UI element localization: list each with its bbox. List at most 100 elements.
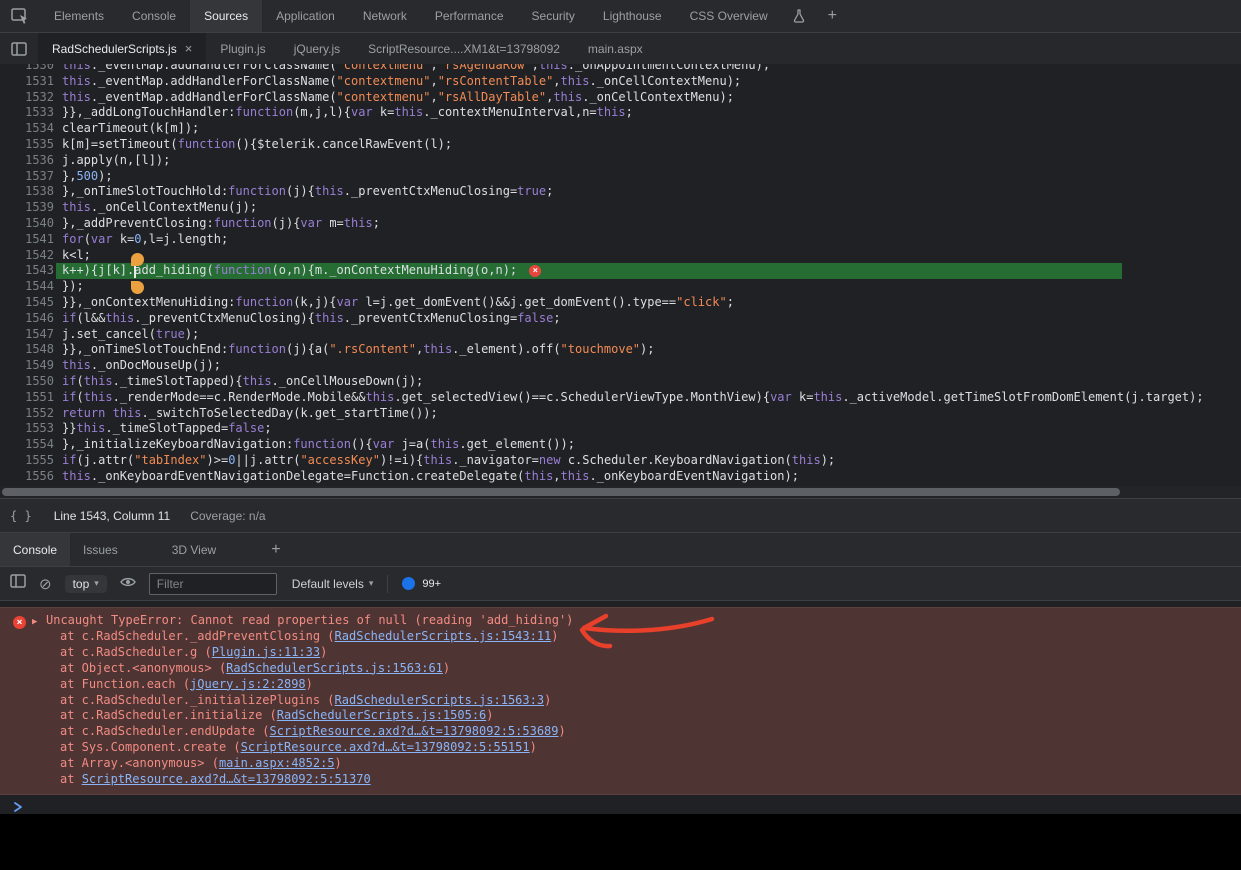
close-icon[interactable]: × [185,42,193,55]
line-number[interactable]: 1544 [0,279,54,295]
line-number[interactable]: 1539 [0,200,54,216]
source-link[interactable]: jQuery.js:2:2898 [190,677,306,691]
main-tab[interactable]: Network [349,0,421,32]
code-text[interactable]: },_onTimeSlotTouchHold:function(j){this.… [54,184,553,198]
add-drawer-tab-button[interactable]: + [259,541,292,559]
selection-handle[interactable] [131,253,144,266]
code-text[interactable]: },_initializeKeyboardNavigation:function… [54,437,575,451]
code-text[interactable]: if(l&&this._preventCtxMenuClosing){this.… [54,311,561,325]
log-levels-dropdown[interactable]: Default levels ▾ [292,577,374,591]
code-text[interactable]: }},_onContextMenuHiding:function(k,j){va… [54,295,734,309]
drawer-tab[interactable]: 3D View [159,533,229,566]
live-expression-eye-icon[interactable] [120,575,136,593]
code-text[interactable]: k[m]=setTimeout(function(){$telerik.canc… [54,137,452,151]
main-tab[interactable]: Application [262,0,349,32]
line-number[interactable]: 1537 [0,169,54,185]
source-link[interactable]: Plugin.js:11:33 [212,645,320,659]
line-number[interactable]: 1531 [0,74,54,90]
line-number[interactable]: 1546 [0,311,54,327]
line-number[interactable]: 1534 [0,121,54,137]
main-tab[interactable]: Console [118,0,190,32]
code-text[interactable]: },_addPreventClosing:function(j){var m=t… [54,216,380,230]
line-number[interactable]: 1538 [0,184,54,200]
source-link[interactable]: RadSchedulerScripts.js:1543:11 [335,629,552,643]
code-text[interactable]: return this._switchToSelectedDay(k.get_s… [54,406,438,420]
context-selector[interactable]: top ▾ [65,575,107,593]
line-number[interactable]: 1536 [0,153,54,169]
code-text[interactable]: this._onDocMouseUp(j); [54,358,221,372]
line-number[interactable]: 1553 [0,421,54,437]
console-sidebar-icon[interactable] [10,574,26,593]
main-tab[interactable]: Performance [421,0,518,32]
code-text[interactable]: },500); [54,169,113,183]
code-text[interactable]: if(j.attr("tabIndex")>=0||j.attr("access… [54,453,835,467]
line-number[interactable]: 1541 [0,232,54,248]
code-text[interactable]: for(var k=0,l=j.length; [54,232,228,246]
line-number[interactable]: 1556 [0,469,54,485]
line-number[interactable]: 1547 [0,327,54,343]
code-text[interactable]: j.apply(n,[l]); [54,153,170,167]
main-tab[interactable]: Elements [40,0,118,32]
console-filter-input[interactable] [149,573,277,595]
main-tab[interactable]: CSS Overview [676,0,782,32]
source-link[interactable]: RadSchedulerScripts.js:1563:3 [335,693,545,707]
main-tab[interactable]: Security [518,0,589,32]
line-number[interactable]: 1555 [0,453,54,469]
file-tab[interactable]: main.aspx [574,33,657,64]
source-link[interactable]: RadSchedulerScripts.js:1563:61 [226,661,443,675]
code-text[interactable]: if(this._renderMode==c.RenderMode.Mobile… [54,390,1204,404]
scrollbar-thumb[interactable] [2,488,1120,496]
expand-triangle-icon[interactable]: ▶ [32,615,37,631]
source-link[interactable]: ScriptResource.axd?d…&t=13798092:5:53689 [270,724,559,738]
code-text[interactable]: }); [54,279,84,293]
code-text[interactable]: k<l; [54,248,91,262]
code-text[interactable]: this._onCellContextMenu(j); [54,200,257,214]
line-number[interactable]: 1550 [0,374,54,390]
main-tab[interactable]: Lighthouse [589,0,676,32]
selection-handle[interactable] [131,281,144,294]
file-tab[interactable]: RadSchedulerScripts.js× [38,33,206,64]
navigator-panel-icon[interactable] [0,33,38,64]
main-tab[interactable]: Sources [190,0,262,32]
line-number[interactable]: 1540 [0,216,54,232]
code-editor[interactable]: 1530this._eventMap.addHandlerForClassNam… [0,64,1241,486]
file-tab[interactable]: ScriptResource....XM1&t=13798092 [354,33,574,64]
file-tab[interactable]: jQuery.js [280,33,354,64]
clear-console-icon[interactable]: ⊘ [39,575,52,593]
line-number[interactable]: 1532 [0,90,54,106]
line-number[interactable]: 1554 [0,437,54,453]
line-number[interactable]: 1530 [0,64,54,74]
source-link[interactable]: main.aspx:4852:5 [219,756,335,770]
code-text[interactable]: this._eventMap.addHandlerForClassName("c… [54,64,770,72]
file-tab[interactable]: Plugin.js [206,33,279,64]
code-text[interactable]: clearTimeout(k[m]); [54,121,199,135]
console-prompt[interactable] [0,795,1241,816]
source-link[interactable]: ScriptResource.axd?d…&t=13798092:5:55151 [241,740,530,754]
code-text[interactable]: j.set_cancel(true); [54,327,199,341]
source-link[interactable]: RadSchedulerScripts.js:1505:6 [277,708,487,722]
issues-icon[interactable] [402,577,415,590]
code-text[interactable]: k++){j[k].add_hiding(function(o,n){m._on… [54,263,524,277]
line-number[interactable]: 1542 [0,248,54,264]
line-number[interactable]: 1549 [0,358,54,374]
line-number[interactable]: 1533 [0,105,54,121]
code-text[interactable]: this._onKeyboardEventNavigationDelegate=… [54,469,799,483]
code-text[interactable]: if(this._timeSlotTapped){this._onCellMou… [54,374,423,388]
code-text[interactable]: this._eventMap.addHandlerForClassName("c… [54,90,734,104]
line-number[interactable]: 1545 [0,295,54,311]
more-panels-button[interactable]: + [816,7,849,25]
line-number[interactable]: 1552 [0,406,54,422]
pretty-print-button[interactable]: { } [10,509,32,523]
line-number[interactable]: 1551 [0,390,54,406]
code-text[interactable]: }},_onTimeSlotTouchEnd:function(j){a(".r… [54,342,654,356]
line-number[interactable]: 1535 [0,137,54,153]
code-text[interactable]: }},_addLongTouchHandler:function(m,j,l){… [54,105,633,119]
code-text[interactable]: }}this._timeSlotTapped=false; [54,421,272,435]
line-number[interactable]: 1543 [0,263,54,279]
drawer-tab[interactable]: Console [0,533,70,566]
code-text[interactable]: this._eventMap.addHandlerForClassName("c… [54,74,741,88]
drawer-tab[interactable]: Issues [70,533,131,566]
source-link[interactable]: ScriptResource.axd?d…&t=13798092:5:51370 [82,772,371,786]
line-number[interactable]: 1548 [0,342,54,358]
inspect-icon[interactable] [0,0,40,32]
